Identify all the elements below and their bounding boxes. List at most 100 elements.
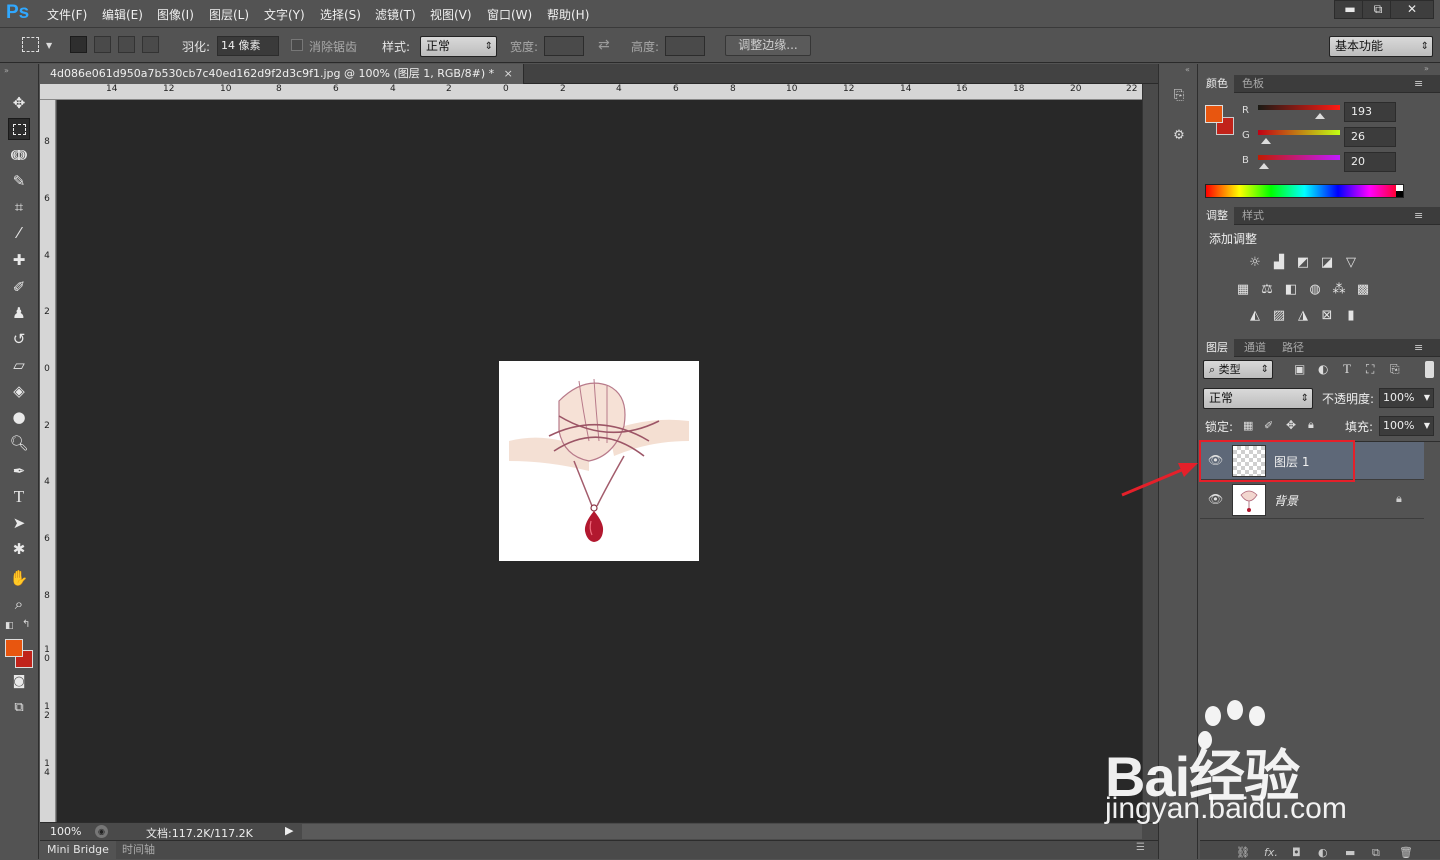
- menu-type[interactable]: 文字(Y): [264, 6, 305, 23]
- input-b[interactable]: 20: [1344, 152, 1396, 172]
- chevron-down-icon[interactable]: ▼: [1424, 389, 1430, 407]
- menu-select[interactable]: 选择(S): [320, 6, 361, 23]
- fill-input[interactable]: 100% ▼: [1379, 416, 1434, 436]
- menu-edit[interactable]: 编辑(E): [102, 6, 143, 23]
- foreground-color-swatch[interactable]: [5, 639, 23, 657]
- healing-icon[interactable]: ✚: [8, 249, 30, 271]
- filter-shape-icon[interactable]: ⛶: [1366, 362, 1374, 377]
- status-menu-icon[interactable]: ◉: [95, 825, 108, 838]
- gradient-map-icon[interactable]: ⊠: [1318, 307, 1336, 325]
- lock-transparent-icon[interactable]: ▦: [1243, 419, 1253, 432]
- filter-type-icon[interactable]: T: [1343, 361, 1351, 377]
- color-spectrum[interactable]: [1205, 184, 1404, 198]
- new-selection-icon[interactable]: [70, 36, 87, 53]
- shape-icon[interactable]: ✱: [8, 538, 30, 560]
- close-tab-icon[interactable]: ×: [504, 67, 513, 80]
- document-canvas[interactable]: [499, 361, 699, 561]
- pen-icon[interactable]: ✒: [8, 460, 30, 482]
- move-icon[interactable]: ✥: [8, 92, 30, 114]
- opacity-input[interactable]: 100% ▼: [1379, 388, 1434, 408]
- tab-paths[interactable]: 路径: [1276, 339, 1310, 357]
- eyedropper-icon[interactable]: ⁄: [8, 222, 30, 244]
- tab-color[interactable]: 颜色: [1200, 75, 1234, 93]
- screen-mode-icon[interactable]: ⧉: [8, 697, 30, 719]
- bucket-icon[interactable]: ◈: [8, 380, 30, 402]
- panel-menu-icon[interactable]: ☰: [1136, 842, 1145, 853]
- channel-mixer-icon[interactable]: ⁂: [1330, 281, 1348, 299]
- intersect-selection-icon[interactable]: [142, 36, 159, 53]
- photo-filter-icon[interactable]: ◍: [1306, 281, 1324, 299]
- slider-g[interactable]: [1258, 130, 1340, 144]
- panel-menu-icon[interactable]: ≡: [1414, 75, 1423, 93]
- marquee-preset-icon[interactable]: [22, 37, 39, 52]
- layer-row-background[interactable]: 👁︎ 背景 🔒︎: [1200, 481, 1424, 519]
- dodge-icon[interactable]: 🔍︎: [8, 432, 30, 454]
- expand-icon[interactable]: «: [1185, 65, 1190, 74]
- vibrance-icon[interactable]: ▽: [1342, 254, 1360, 272]
- input-g[interactable]: 26: [1344, 127, 1396, 147]
- filter-toggle[interactable]: [1425, 361, 1434, 378]
- brush-icon[interactable]: ✐: [8, 276, 30, 298]
- stamp-icon[interactable]: ♟: [8, 302, 30, 324]
- antialias-checkbox[interactable]: [291, 39, 303, 51]
- workspace-select[interactable]: 基本功能: [1329, 36, 1433, 57]
- new-group-icon[interactable]: ▬: [1345, 846, 1355, 859]
- layer-filter-select[interactable]: ⌕ 类型: [1203, 360, 1273, 379]
- close-button[interactable]: ✕: [1390, 0, 1434, 19]
- blend-mode-select[interactable]: 正常: [1203, 388, 1313, 409]
- collapse-icon[interactable]: »: [4, 66, 9, 75]
- add-selection-icon[interactable]: [94, 36, 111, 53]
- black-white-icon[interactable]: ◧: [1282, 281, 1300, 299]
- slider-thumb[interactable]: [1315, 113, 1326, 119]
- filter-smart-icon[interactable]: ⎘: [1390, 362, 1400, 377]
- tab-adjustments[interactable]: 调整: [1200, 207, 1234, 225]
- eraser-icon[interactable]: ▱: [8, 354, 30, 376]
- lasso-icon[interactable]: ↈ: [8, 144, 30, 166]
- crop-icon[interactable]: ⌗: [8, 196, 30, 218]
- canvas-area[interactable]: [57, 100, 1142, 822]
- new-adjustment-icon[interactable]: ◐: [1318, 846, 1328, 859]
- history-brush-icon[interactable]: ↺: [8, 328, 30, 350]
- properties-panel-icon[interactable]: ⚙: [1169, 128, 1189, 148]
- collapse-panels-icon[interactable]: »: [1424, 64, 1429, 73]
- add-mask-icon[interactable]: ◘: [1292, 846, 1301, 859]
- filter-pixel-icon[interactable]: ▣: [1294, 362, 1305, 376]
- tab-layers[interactable]: 图层: [1200, 339, 1234, 357]
- swap-icon[interactable]: ⇄: [598, 37, 610, 53]
- threshold-icon[interactable]: ◮: [1294, 307, 1312, 325]
- menu-file[interactable]: 文件(F): [47, 6, 87, 23]
- delete-layer-icon[interactable]: 🗑︎: [1399, 846, 1413, 859]
- menu-image[interactable]: 图像(I): [157, 6, 194, 23]
- tab-swatches[interactable]: 色板: [1236, 75, 1270, 93]
- hand-icon[interactable]: ✋: [8, 567, 30, 589]
- quick-mask-icon[interactable]: ◙: [8, 671, 30, 693]
- menu-layer[interactable]: 图层(L): [209, 6, 249, 23]
- lock-icon[interactable]: 🔒︎: [1308, 418, 1314, 432]
- panel-menu-icon[interactable]: ≡: [1414, 339, 1423, 357]
- filter-adjustment-icon[interactable]: ◐: [1318, 362, 1328, 376]
- posterize-icon[interactable]: ▨: [1270, 307, 1288, 325]
- horizontal-scrollbar[interactable]: [302, 824, 1142, 839]
- lock-image-icon[interactable]: ✐: [1264, 419, 1273, 432]
- path-select-icon[interactable]: ➤: [8, 512, 30, 534]
- tab-styles[interactable]: 样式: [1236, 207, 1270, 225]
- chevron-down-icon[interactable]: ▼: [46, 41, 52, 50]
- feather-input[interactable]: 14 像素: [217, 36, 279, 56]
- curves-icon[interactable]: ◩: [1294, 254, 1312, 272]
- tab-mini-bridge[interactable]: Mini Bridge: [40, 841, 116, 860]
- default-colors-icon[interactable]: ◧: [5, 621, 14, 631]
- input-r[interactable]: 193: [1344, 102, 1396, 122]
- width-input[interactable]: [544, 36, 584, 56]
- status-arrow-icon[interactable]: ▶: [285, 824, 293, 837]
- subtract-selection-icon[interactable]: [118, 36, 135, 53]
- document-tab[interactable]: 4d086e061d950a7b530cb7c40ed162d9f2d3c9f1…: [40, 64, 524, 84]
- slider-b[interactable]: [1258, 155, 1340, 169]
- history-panel-icon[interactable]: ⎘: [1169, 88, 1189, 108]
- new-layer-icon[interactable]: ⧉: [1372, 846, 1380, 860]
- quick-select-icon[interactable]: ✎: [8, 170, 30, 192]
- tab-channels[interactable]: 通道: [1238, 339, 1272, 357]
- levels-icon[interactable]: ▟: [1270, 254, 1288, 272]
- foreground-color-swatch[interactable]: [1205, 105, 1223, 123]
- marquee-icon[interactable]: [8, 118, 30, 140]
- type-icon[interactable]: T: [8, 486, 30, 508]
